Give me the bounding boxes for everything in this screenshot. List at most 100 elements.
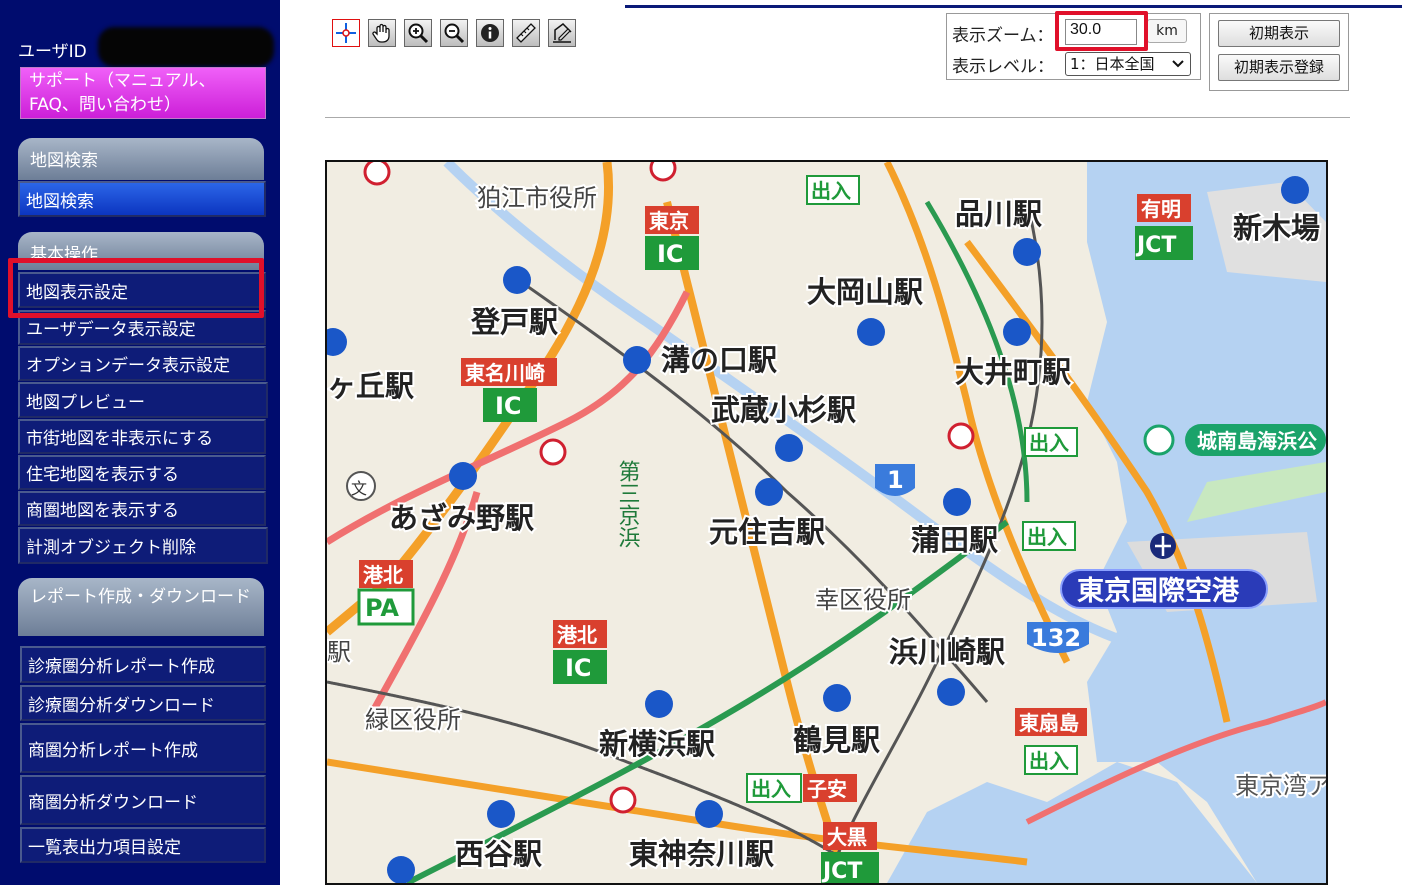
nav-clinic-report-download[interactable]: 診療圏分析ダウンロード xyxy=(20,685,266,721)
nav-map-preview[interactable]: 地図プレビュー xyxy=(18,382,268,418)
train-station-icon xyxy=(857,318,885,346)
map-station-label: 東神奈川駅 xyxy=(629,837,774,871)
nav-trade-report-download[interactable]: 商圏分析ダウンロード xyxy=(20,775,266,825)
map-station-label: 西谷駅 xyxy=(455,837,542,871)
nav-hide-city-map[interactable]: 市街地図を非表示にする xyxy=(18,419,266,454)
exit-badge: 出入 xyxy=(1024,427,1078,457)
zoom-in-icon[interactable] xyxy=(404,19,432,47)
train-station-icon xyxy=(755,478,783,506)
svg-text:東京: 東京 xyxy=(649,209,689,233)
svg-text:JCT: JCT xyxy=(821,859,862,883)
level-select[interactable]: 1：日本全国 xyxy=(1065,52,1191,76)
park-tree-icon xyxy=(1143,424,1175,456)
train-station-icon xyxy=(449,462,477,490)
nav-trade-report-create[interactable]: 商圏分析レポート作成 xyxy=(20,723,266,773)
nav-delete-measure-objects[interactable]: 計測オブジェクト削除 xyxy=(18,527,268,564)
svg-text:大黒: 大黒 xyxy=(827,825,867,849)
map-office-label: 緑区役所 xyxy=(365,706,461,734)
draw-icon[interactable] xyxy=(548,19,576,47)
svg-text:文: 文 xyxy=(351,479,367,498)
svg-text:出入: 出入 xyxy=(751,777,791,801)
svg-text:子安: 子安 xyxy=(807,777,847,801)
train-station-icon xyxy=(1281,176,1309,204)
crosshair-icon[interactable] xyxy=(332,19,360,47)
hospital-icon xyxy=(947,422,975,450)
hospital-icon xyxy=(649,162,677,182)
svg-text:港北: 港北 xyxy=(363,563,403,587)
train-station-icon xyxy=(775,434,803,462)
highlight-zoom-input xyxy=(1055,11,1148,51)
chevron-down-icon xyxy=(1172,53,1184,83)
map-station-label: 武蔵小杉駅 xyxy=(711,393,856,427)
hospital-icon xyxy=(363,162,391,186)
top-border-accent xyxy=(625,5,1402,8)
zoom-out-icon[interactable] xyxy=(440,19,468,47)
info-icon[interactable] xyxy=(476,19,504,47)
hospital-icon xyxy=(539,438,567,466)
support-button[interactable]: サポート（マニュアル、FAQ、問い合わせ） xyxy=(20,67,266,119)
nav-option-data-display-settings[interactable]: オプションデータ表示設定 xyxy=(18,346,266,381)
map-bay-label: 東京湾ア xyxy=(1235,772,1326,800)
train-station-icon xyxy=(487,800,515,828)
map-office-label: 幸区役所 xyxy=(815,586,911,614)
svg-text:第三京浜: 第三京浜 xyxy=(615,460,641,548)
shield-ariake-jct: 有明 JCT xyxy=(1135,194,1193,260)
svg-text:有明: 有明 xyxy=(1141,197,1181,221)
school-icon: 文 xyxy=(346,471,376,501)
shield-kohoku-ic: 港北 IC xyxy=(553,620,607,684)
nav-show-residential-map[interactable]: 住宅地図を表示する xyxy=(18,455,266,490)
shield-kohoku-pa: 港北 PA xyxy=(357,560,415,626)
svg-text:出入: 出入 xyxy=(811,179,851,203)
train-station-icon xyxy=(695,800,723,828)
train-station-icon xyxy=(645,690,673,718)
route-1-shield: 1 xyxy=(875,464,915,496)
map-station-label: 大岡山駅 xyxy=(807,275,923,309)
train-station-icon xyxy=(623,346,651,374)
shield-tokyo-ic: 東京 IC xyxy=(645,206,699,270)
user-id-redaction xyxy=(98,27,274,67)
ruler-icon[interactable] xyxy=(512,19,540,47)
zoom-unit-button[interactable]: km xyxy=(1147,19,1187,43)
train-station-icon xyxy=(1003,318,1031,346)
nav-map-search[interactable]: 地図検索 xyxy=(18,181,266,217)
initial-display-button[interactable]: 初期表示 xyxy=(1218,20,1340,47)
svg-text:132: 132 xyxy=(1031,624,1081,652)
map-station-label: 新木場 xyxy=(1233,211,1320,245)
map-station-label: 新横浜駅 xyxy=(599,727,715,761)
train-station-icon xyxy=(937,678,965,706)
initial-display-panel: 初期表示 初期表示登録 xyxy=(1209,13,1349,91)
svg-text:出入: 出入 xyxy=(1027,525,1067,549)
map-view[interactable]: 品川駅 新木場 大岡山駅 登戸駅 溝の口駅 大井町駅 ヶ丘駅 武蔵小杉駅 あざみ… xyxy=(325,160,1328,885)
highlight-map-display-settings xyxy=(8,258,264,318)
svg-text:JCT: JCT xyxy=(1135,233,1176,258)
section-header-map-search: 地図検索 xyxy=(18,138,264,180)
initial-display-register-button[interactable]: 初期表示登録 xyxy=(1218,54,1340,81)
nav-list-output-settings[interactable]: 一覧表出力項目設定 xyxy=(20,827,266,863)
map-station-label: 品川駅 xyxy=(955,197,1042,231)
level-select-value: 1：日本全国 xyxy=(1070,55,1155,73)
train-station-icon xyxy=(943,488,971,516)
map-station-label: 登戸駅 xyxy=(470,305,558,339)
map-station-label: 鶴見駅 xyxy=(793,723,880,757)
user-id-label: ユーザID xyxy=(18,42,87,62)
svg-text:IC: IC xyxy=(565,654,592,682)
map-station-label: 浜川崎駅 xyxy=(889,635,1005,669)
svg-text:東扇島: 東扇島 xyxy=(1019,711,1079,735)
section-header-reports: レポート作成・ダウンロード xyxy=(18,578,264,636)
nav-show-trade-area-map[interactable]: 商圏地図を表示する xyxy=(18,491,266,526)
daisan-keihin-label: 第三京浜 xyxy=(615,460,641,548)
divider xyxy=(325,117,1350,118)
shield-koyasu: 出入 子安 xyxy=(746,773,857,803)
svg-text:出入: 出入 xyxy=(1029,749,1069,773)
map-canvas[interactable]: 品川駅 新木場 大岡山駅 登戸駅 溝の口駅 大井町駅 ヶ丘駅 武蔵小杉駅 あざみ… xyxy=(327,162,1326,883)
route-132-shield: 132 xyxy=(1027,622,1089,653)
svg-text:IC: IC xyxy=(495,392,522,420)
map-edge-label: 駅 xyxy=(327,638,351,666)
hospital-icon xyxy=(609,786,637,814)
map-station-label: 蒲田駅 xyxy=(911,523,998,557)
svg-text:出入: 出入 xyxy=(1029,431,1069,455)
pan-hand-icon[interactable] xyxy=(368,19,396,47)
nav-clinic-report-create[interactable]: 診療圏分析レポート作成 xyxy=(20,646,266,683)
map-station-label: ヶ丘駅 xyxy=(327,369,414,403)
map-station-label: 元住吉駅 xyxy=(709,515,825,549)
